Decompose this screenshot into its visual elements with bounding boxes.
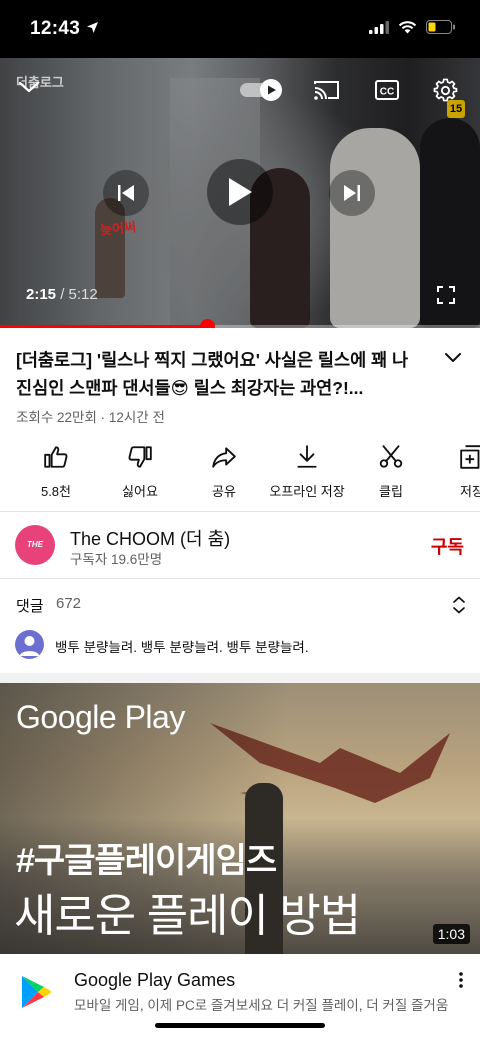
- google-play-logo-icon[interactable]: [20, 974, 52, 1010]
- playback-time: 2:15 / 5:12: [26, 286, 98, 303]
- clip-label: 클립: [379, 484, 403, 499]
- dislike-label: 싫어요: [122, 484, 158, 499]
- battery-icon: [426, 20, 455, 34]
- progress-bar[interactable]: [0, 319, 480, 328]
- collapse-chevron-icon[interactable]: [18, 80, 40, 94]
- thumb-down-icon: [128, 446, 152, 468]
- wifi-icon: [398, 21, 417, 34]
- svg-text:CC: CC: [380, 87, 394, 98]
- subscribe-button[interactable]: 구독: [431, 533, 464, 559]
- video-meta[interactable]: 조회수 22만회 · 12시간 전: [16, 406, 165, 426]
- divider: [0, 511, 480, 512]
- more-options-icon[interactable]: [458, 972, 464, 988]
- fullscreen-icon[interactable]: [437, 286, 455, 304]
- age-rating-badge: 15: [447, 100, 465, 118]
- channel-subscriber-count: 구독자 19.6만명: [70, 552, 163, 567]
- status-time: 12:43: [30, 18, 81, 39]
- expand-description-chevron-icon[interactable]: [444, 352, 462, 364]
- scissors-icon: [379, 445, 403, 468]
- share-icon: [212, 447, 236, 468]
- ad-title[interactable]: Google Play Games: [74, 970, 235, 991]
- location-arrow-icon: [87, 22, 98, 33]
- thumb-up-icon: [44, 446, 68, 468]
- comments-label: 댓글: [16, 598, 44, 615]
- skip-next-icon: [344, 185, 360, 201]
- action-row: 5.8천 싫어요 공유 오프라인 저장 클립 저장: [0, 444, 480, 504]
- save-playlist-icon: [460, 445, 480, 469]
- save-label: 저장: [460, 484, 480, 499]
- skip-previous-icon: [118, 185, 134, 201]
- ad-brand-overlay: Google Play: [16, 699, 185, 735]
- video-subtitle-overlay: 늦어써: [99, 219, 137, 238]
- clip-button[interactable]: 클립: [351, 444, 431, 500]
- commenter-avatar: [15, 630, 44, 659]
- top-comment-text: 뱅투 분량늘려. 뱅투 분량늘려. 뱅투 분량늘려.: [55, 640, 309, 655]
- download-label: 오프라인 저장: [269, 484, 345, 499]
- expand-collapse-chevron-icon[interactable]: [452, 596, 466, 614]
- autoplay-toggle[interactable]: [239, 79, 285, 101]
- previous-video-button[interactable]: [103, 170, 149, 216]
- play-icon: [229, 178, 252, 206]
- current-time: 2:15: [26, 286, 57, 303]
- ad-description: 모바일 게임, 이제 PC로 즐겨보세요 더 커질 플레이, 더 커질 즐거움: [74, 998, 449, 1013]
- channel-avatar[interactable]: THE CHOOM: [15, 525, 55, 589]
- section-separator: [0, 673, 480, 683]
- video-player[interactable]: 더춤로그 늦어써 CC 15 2:15 / 5:12: [0, 58, 480, 328]
- captions-icon[interactable]: CC: [375, 80, 399, 100]
- ad-hashtag: #구글플레이게임즈: [16, 842, 277, 880]
- like-button[interactable]: 5.8천: [16, 444, 96, 500]
- ad-headline: 새로운 플레이 방법: [14, 890, 361, 941]
- progress-played: [0, 325, 208, 328]
- ad-duration-badge: 1:03: [432, 924, 470, 944]
- share-button[interactable]: 공유: [184, 444, 264, 500]
- like-count: 5.8천: [40, 484, 72, 499]
- ad-video-thumbnail[interactable]: Google Play #구글플레이게임즈 새로운 플레이 방법 1:03: [0, 683, 480, 954]
- video-title[interactable]: [더춤로그] '릴스나 찍지 그랬어요' 사실은 릴스에 꽤 나 진심인 스맨파…: [16, 346, 426, 402]
- download-button[interactable]: 오프라인 저장: [267, 444, 347, 500]
- share-label: 공유: [212, 484, 236, 499]
- save-to-playlist-button[interactable]: 저장: [432, 444, 480, 500]
- status-bar: 12:43: [0, 0, 480, 58]
- user-avatar-icon: [19, 636, 40, 656]
- dislike-button[interactable]: 싫어요: [100, 444, 180, 500]
- play-pause-button[interactable]: [207, 159, 273, 225]
- cast-icon[interactable]: [314, 80, 340, 100]
- cellular-signal-icon: [369, 20, 389, 34]
- home-indicator[interactable]: [155, 1023, 325, 1028]
- next-video-button[interactable]: [329, 170, 375, 216]
- divider: [0, 578, 480, 579]
- download-icon: [297, 445, 317, 468]
- comments-count: 672: [56, 595, 82, 612]
- video-duration: / 5:12: [60, 286, 98, 303]
